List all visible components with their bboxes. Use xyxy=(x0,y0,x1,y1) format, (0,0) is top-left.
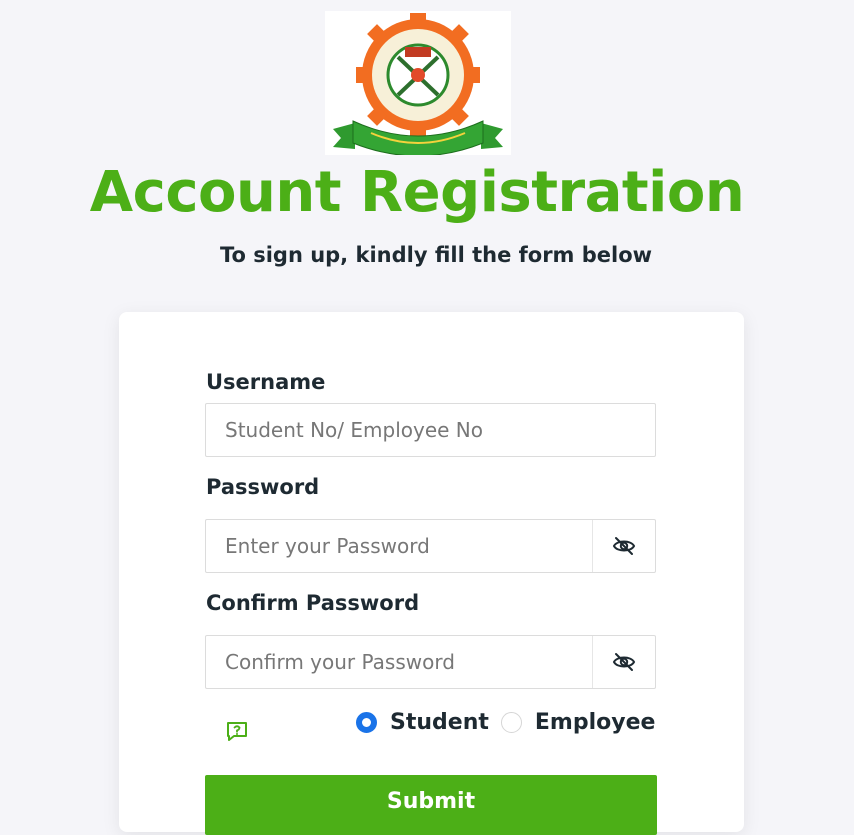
username-input[interactable] xyxy=(206,404,655,456)
page-title: Account Registration xyxy=(89,160,745,225)
username-label: Username xyxy=(206,370,326,394)
employee-radio-label: Employee xyxy=(534,709,656,735)
institution-logo xyxy=(325,11,511,157)
confirm-password-field-box xyxy=(205,635,656,689)
employee-radio-dot[interactable] xyxy=(500,711,522,733)
page-subtitle: To sign up, kindly fill the form below xyxy=(219,243,653,267)
student-radio-label: Student xyxy=(390,709,489,735)
confirm-password-label: Confirm Password xyxy=(206,591,420,615)
password-field-box xyxy=(205,519,656,573)
confirm-password-visibility-toggle[interactable] xyxy=(592,636,655,688)
help-icon[interactable] xyxy=(226,721,248,743)
student-radio-dot[interactable] xyxy=(356,711,377,733)
username-field-box xyxy=(205,403,656,457)
confirm-password-input[interactable] xyxy=(206,636,596,688)
eye-slash-icon xyxy=(612,537,636,555)
password-label: Password xyxy=(206,475,320,499)
student-radio[interactable]: Student xyxy=(356,710,489,735)
password-visibility-toggle[interactable] xyxy=(592,520,655,572)
employee-radio[interactable]: Employee xyxy=(500,709,656,735)
account-type-radio-group: Student Employee xyxy=(356,705,655,739)
submit-button[interactable]: Submit xyxy=(205,775,657,835)
password-input[interactable] xyxy=(206,520,596,572)
eye-slash-icon xyxy=(612,653,636,671)
